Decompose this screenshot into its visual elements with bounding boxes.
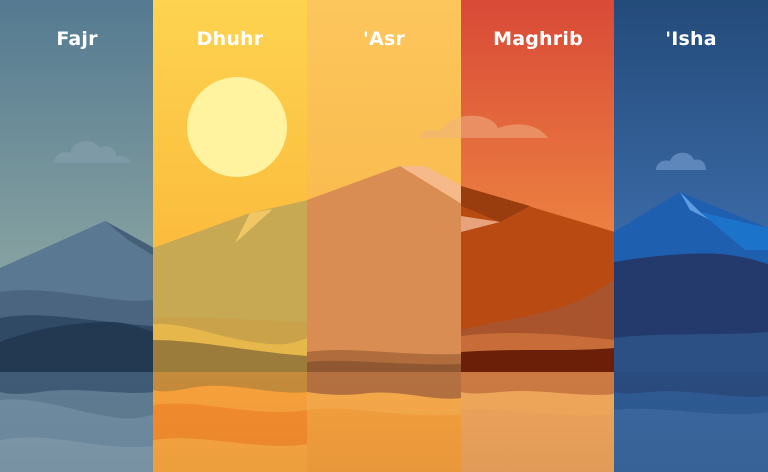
- sun-icon: [187, 77, 287, 177]
- landscape-scene: [0, 0, 768, 472]
- prayer-times-illustration: Fajr Dhuhr 'Asr Maghrib 'Isha: [0, 0, 768, 472]
